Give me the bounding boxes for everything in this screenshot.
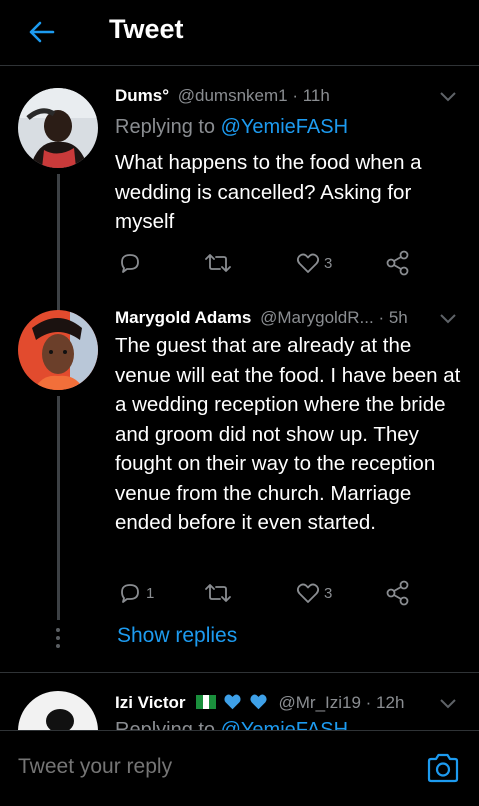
tweet-marygold[interactable]: Marygold Adams @MarygoldR... · 5h The gu… bbox=[0, 302, 479, 672]
share-button[interactable] bbox=[385, 248, 411, 278]
avatar[interactable] bbox=[18, 88, 98, 168]
avatar[interactable] bbox=[18, 691, 98, 730]
tweet-meta: Izi Victor @Mr_Izi19 · 12h bbox=[115, 693, 404, 713]
replying-prefix: Replying to bbox=[115, 116, 216, 138]
like-icon bbox=[296, 583, 320, 603]
retweet-button[interactable] bbox=[204, 248, 236, 278]
retweet-button[interactable] bbox=[204, 578, 236, 608]
tweet-time: · 11h bbox=[292, 86, 330, 105]
like-button[interactable]: 3 bbox=[296, 578, 332, 608]
retweet-icon bbox=[205, 584, 231, 602]
tweet-time: · 12h bbox=[365, 693, 405, 712]
blue-heart-icon bbox=[250, 694, 267, 710]
author-handle[interactable]: @dumsnkem1 bbox=[178, 86, 288, 105]
thread-more-dots bbox=[56, 628, 61, 652]
author-handle[interactable]: @Mr_Izi19 bbox=[278, 693, 360, 712]
mention-link[interactable]: @YemieFASH bbox=[221, 116, 348, 138]
reply-button[interactable] bbox=[118, 248, 146, 278]
replying-prefix: Replying to bbox=[115, 719, 216, 730]
replying-to: Replying to @YemieFASH bbox=[115, 116, 348, 139]
blue-heart-icon bbox=[224, 694, 241, 710]
like-count: 3 bbox=[324, 584, 333, 602]
like-button[interactable]: 3 bbox=[296, 248, 332, 278]
reply-icon bbox=[121, 254, 139, 273]
share-button[interactable] bbox=[385, 578, 411, 608]
reply-composer bbox=[0, 730, 479, 806]
tweet-text: The guest that are already at the venue … bbox=[115, 334, 461, 534]
author-name[interactable]: Marygold Adams bbox=[115, 308, 251, 327]
chevron-down-icon[interactable] bbox=[439, 313, 457, 325]
chevron-down-icon[interactable] bbox=[439, 91, 457, 103]
reply-input[interactable] bbox=[18, 755, 398, 779]
mention-link[interactable]: @YemieFASH bbox=[221, 719, 348, 730]
tweet-actions: 1 3 bbox=[115, 578, 425, 608]
tweet-text: What happens to the food when a wedding … bbox=[115, 151, 422, 233]
tweet-meta: Marygold Adams @MarygoldR... · 5h bbox=[115, 308, 408, 328]
reply-count: 1 bbox=[146, 584, 155, 602]
avatar[interactable] bbox=[18, 310, 98, 390]
show-replies-link[interactable]: Show replies bbox=[117, 624, 237, 648]
nigeria-flag-icon bbox=[196, 695, 217, 709]
author-name[interactable]: Dums° bbox=[115, 86, 169, 105]
tweet-dums[interactable]: Dums° @dumsnkem1 · 11h Replying to @Yemi… bbox=[0, 66, 479, 312]
share-icon bbox=[386, 250, 409, 276]
thread-line bbox=[57, 396, 60, 620]
replying-to: Replying to @YemieFASH bbox=[115, 719, 348, 730]
tweet-actions: 3 bbox=[115, 248, 425, 278]
like-count: 3 bbox=[324, 254, 333, 272]
top-bar: Tweet bbox=[0, 0, 479, 66]
author-name[interactable]: Izi Victor bbox=[115, 693, 186, 712]
back-arrow-icon bbox=[29, 21, 55, 43]
reply-button[interactable]: 1 bbox=[118, 578, 154, 608]
thread-line bbox=[57, 174, 60, 312]
page-title: Tweet bbox=[109, 14, 184, 44]
tweet-meta: Dums° @dumsnkem1 · 11h bbox=[115, 86, 330, 106]
author-handle[interactable]: @MarygoldR... bbox=[260, 308, 374, 327]
chevron-down-icon[interactable] bbox=[439, 698, 457, 710]
like-icon bbox=[296, 253, 320, 273]
reply-icon bbox=[121, 584, 139, 603]
share-icon bbox=[386, 580, 409, 606]
tweet-time: · 5h bbox=[378, 308, 408, 327]
camera-icon[interactable] bbox=[426, 752, 460, 784]
back-button[interactable] bbox=[26, 18, 56, 46]
tweet-izi-victor[interactable]: Izi Victor @Mr_Izi19 · 12h Replying to @… bbox=[0, 673, 479, 730]
retweet-icon bbox=[205, 254, 231, 272]
